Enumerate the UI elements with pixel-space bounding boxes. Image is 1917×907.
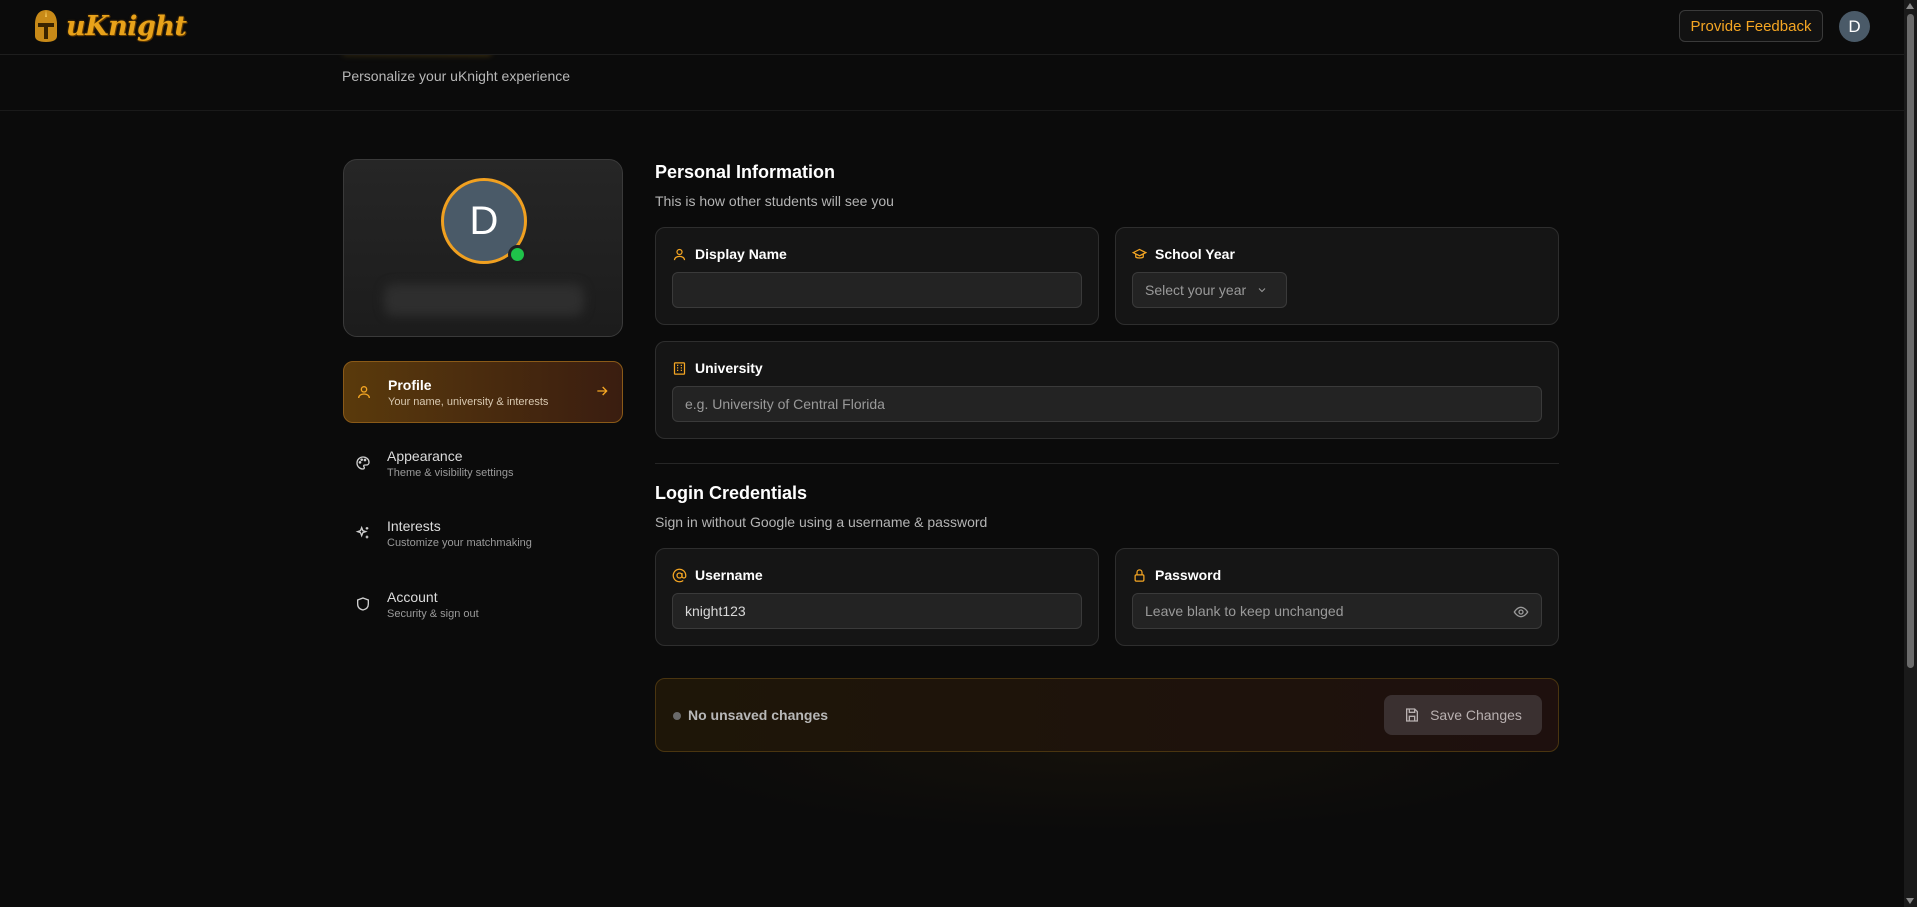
sidebar-item-subtitle: Customize your matchmaking — [387, 536, 532, 549]
save-changes-label: Save Changes — [1430, 707, 1522, 723]
sidebar-item-account[interactable]: Account Security & sign out — [343, 573, 623, 635]
university-card: University e.g. University of Central Fl… — [655, 341, 1559, 439]
save-bar: No unsaved changes Save Changes — [655, 678, 1559, 752]
display-name-label: Display Name — [695, 246, 787, 262]
online-status-dot — [508, 245, 527, 264]
school-year-card: School Year Select your year — [1115, 227, 1559, 325]
chevron-down-icon — [1258, 288, 1266, 293]
save-status-text: No unsaved changes — [688, 707, 829, 723]
scrollbar[interactable] — [1904, 0, 1917, 907]
save-icon — [1406, 708, 1419, 722]
scroll-thumb[interactable] — [1907, 14, 1914, 668]
shield-icon — [357, 597, 369, 611]
sidebar-item-title: Interests — [387, 517, 441, 534]
top-nav: uKnight Provide Feedback D — [0, 0, 1904, 55]
section-divider — [655, 463, 1559, 464]
user-icon — [673, 248, 686, 260]
page-header — [0, 55, 1904, 111]
scroll-up-icon[interactable] — [1906, 3, 1914, 9]
sidebar-item-subtitle: Theme & visibility settings — [387, 466, 514, 479]
sidebar-item-appearance[interactable]: Appearance Theme & visibility settings — [343, 432, 623, 494]
sidebar-item-interests[interactable]: Interests Customize your matchmaking — [343, 502, 623, 564]
profile-name — [384, 284, 584, 316]
display-name-card: Display Name — [655, 227, 1099, 325]
palette-icon — [356, 456, 370, 470]
eye-icon[interactable] — [1513, 604, 1529, 620]
scroll-down-icon[interactable] — [1906, 898, 1914, 904]
password-card: Password Leave blank to keep unchanged — [1115, 548, 1559, 646]
lock-icon — [1134, 568, 1145, 582]
at-sign-icon — [672, 568, 687, 582]
display-name-field[interactable] — [672, 272, 1082, 308]
provide-feedback-button[interactable]: Provide Feedback — [1679, 10, 1823, 42]
university-label: University — [695, 360, 763, 376]
sidebar-item-profile[interactable]: Profile Your name, university & interest… — [343, 361, 623, 423]
sidebar-item-subtitle: Your name, university & interests — [388, 395, 549, 408]
password-field[interactable]: Leave blank to keep unchanged — [1132, 593, 1542, 629]
logo-text: uKnight — [66, 10, 187, 42]
password-label: Password — [1155, 567, 1222, 583]
building-icon — [673, 361, 686, 375]
user-icon — [358, 386, 370, 399]
sidebar-item-title: Profile — [388, 376, 432, 393]
user-avatar[interactable]: D — [1839, 11, 1870, 42]
username-field[interactable]: knight123 — [672, 593, 1082, 629]
login-credentials-subtitle: Sign in without Google using a username … — [655, 514, 988, 530]
arrow-right-icon — [597, 386, 608, 396]
university-field[interactable]: e.g. University of Central Florida — [672, 386, 1542, 422]
bottom-glow — [655, 752, 1559, 832]
profile-card: D — [343, 159, 623, 337]
username-card: Username knight123 — [655, 548, 1099, 646]
status-dot — [673, 712, 681, 720]
sidebar-item-title: Account — [387, 588, 438, 605]
personal-info-title: Personal Information — [655, 162, 836, 182]
page-subtitle: Personalize your uKnight experience — [342, 68, 571, 84]
sparkles-icon — [355, 525, 369, 539]
school-year-select[interactable]: Select your year — [1132, 272, 1287, 308]
knight-helmet-icon — [35, 10, 57, 42]
save-changes-button[interactable]: Save Changes — [1384, 695, 1542, 735]
username-label: Username — [695, 567, 763, 583]
logo[interactable]: uKnight — [32, 8, 187, 44]
graduation-cap-icon — [1132, 248, 1147, 259]
school-year-label: School Year — [1155, 246, 1235, 262]
personal-info-subtitle: This is how other students will see you — [655, 193, 894, 209]
sidebar-item-title: Appearance — [387, 447, 463, 464]
password-placeholder: Leave blank to keep unchanged — [1145, 603, 1344, 619]
login-credentials-title: Login Credentials — [655, 483, 808, 503]
sidebar-item-subtitle: Security & sign out — [387, 607, 479, 620]
school-year-placeholder: Select your year — [1145, 282, 1247, 298]
